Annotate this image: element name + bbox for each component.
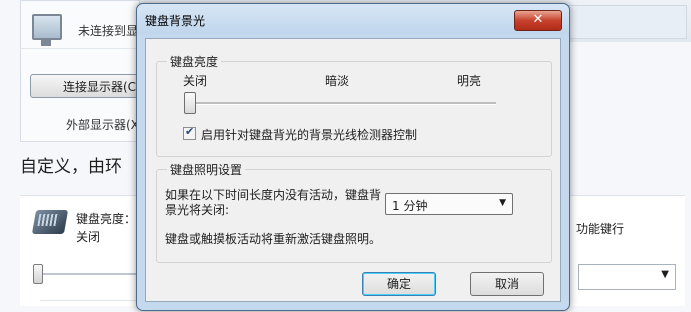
illumination-group-title: 键盘照明设置 [167,161,246,178]
background-slider-thumb[interactable] [33,264,43,284]
connect-display-button[interactable]: 连接显示器(C [30,74,144,98]
background-tile [565,5,687,39]
divider [20,48,138,49]
close-button[interactable]: ✕ [514,10,562,31]
brightness-slider-track[interactable] [184,102,496,105]
function-row-select[interactable]: ▼ [578,264,676,290]
brightness-group-title: 键盘亮度 [167,53,222,70]
slider-label-dim: 暗淡 [325,74,350,88]
ambient-light-checkbox[interactable] [183,125,196,140]
brightness-slider-thumb[interactable] [184,92,196,114]
keyboard-backlight-dialog: 键盘背景光 ✕ 键盘亮度 关闭 暗淡 明亮 启用针对键盘背光的背景光线检测器控制… [136,3,570,311]
idle-timeout-label-line2: 景光将关闭: [165,203,230,217]
slider-label-off: 关闭 [183,74,208,88]
idle-timeout-select[interactable]: 1 分钟 ▼ [385,193,513,215]
function-row-label: 功能键行 [576,222,625,236]
keyboard-brightness-value: 关闭 [76,230,101,244]
close-icon: ✕ [532,12,544,27]
illumination-group: 键盘照明设置 如果在以下时间长度内没有活动，键盘背 景光将关闭: 键盘或触摸板活… [156,161,552,263]
cancel-button[interactable]: 取消 [470,272,544,296]
display-status-text: 未连接到显 [78,24,139,38]
ambient-light-checkbox-label[interactable]: 启用针对键盘背光的背景光线检测器控制 [201,126,417,143]
keyboard-brightness-label: 键盘亮度： [76,212,137,226]
brightness-group: 键盘亮度 关闭 暗淡 明亮 启用针对键盘背光的背景光线检测器控制 [156,53,552,157]
external-display-text: 外部显示器(X [66,118,139,132]
keyboard-icon [31,210,69,234]
dropdown-arrow-icon: ▼ [499,198,506,208]
dialog-titlebar[interactable]: 键盘背景光 ✕ [137,4,569,34]
dialog-title: 键盘背景光 [145,14,206,28]
reactivate-note: 键盘或触摸板活动将重新激活键盘照明。 [165,232,382,246]
divider [40,300,140,301]
slider-label-bright: 明亮 [457,74,482,88]
idle-timeout-value: 1 分钟 [392,199,428,213]
dialog-content: 键盘亮度 关闭 暗淡 明亮 启用针对键盘背光的背景光线检测器控制 键盘照明设置 … [145,38,561,302]
dropdown-arrow-icon: ▼ [661,269,669,280]
connect-display-label: 连接显示器(C [63,80,137,94]
section-heading: 自定义，由环 [20,157,122,177]
monitor-icon [32,14,62,46]
ok-button[interactable]: 确定 [362,272,436,296]
